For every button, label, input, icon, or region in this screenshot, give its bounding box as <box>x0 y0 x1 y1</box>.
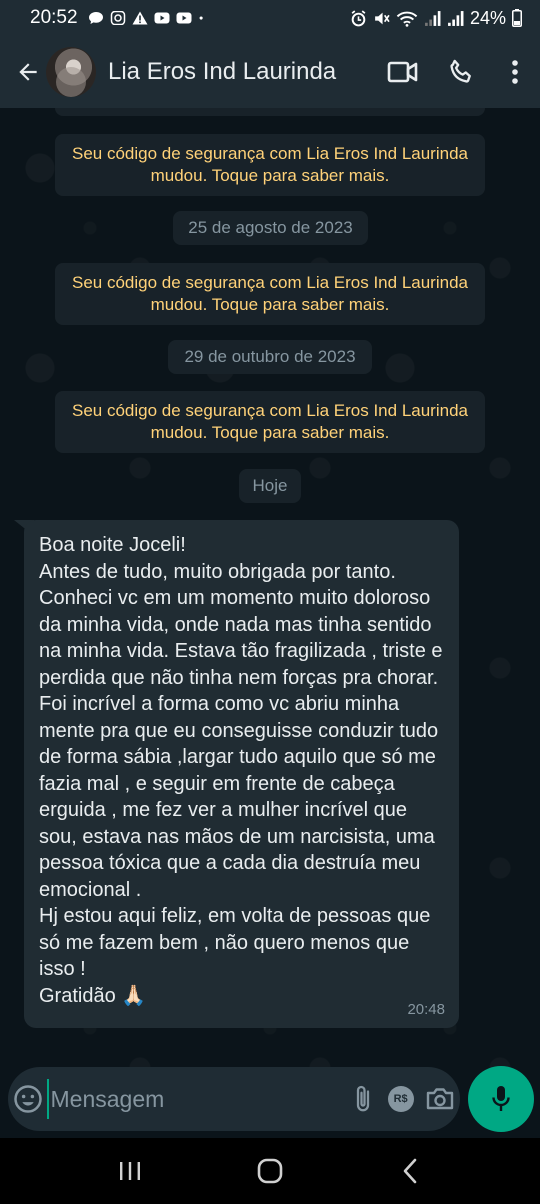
emoji-button[interactable] <box>10 1071 47 1127</box>
composer-pill: R$ <box>8 1067 460 1131</box>
chat-header: Lia Eros Ind Laurinda <box>0 36 540 108</box>
battery-percent: 24% <box>469 7 506 28</box>
status-bar: 20:52 24% <box>0 0 540 36</box>
home-button[interactable] <box>240 1146 300 1196</box>
back-arrow-icon <box>19 63 37 81</box>
youtube-icon <box>176 12 192 24</box>
date-separator: 29 de outubro de 2023 <box>168 340 372 374</box>
mute-icon <box>375 12 390 24</box>
message-text: Boa noite Joceli! Antes de tudo, muito o… <box>39 534 443 1007</box>
back-button[interactable] <box>6 50 50 94</box>
emoji-icon <box>14 1085 42 1113</box>
contact-avatar[interactable] <box>46 47 96 97</box>
security-code-notice[interactable]: Seu código de segurança com Lia Eros Ind… <box>55 134 485 196</box>
battery-icon <box>512 9 522 27</box>
wifi-icon <box>396 11 418 27</box>
incoming-message[interactable]: Boa noite Joceli! Antes de tudo, muito o… <box>24 520 459 1028</box>
more-vertical-icon <box>512 60 518 84</box>
date-separator: Hoje <box>239 469 301 503</box>
microphone-icon <box>492 1086 510 1111</box>
home-icon <box>257 1158 283 1184</box>
video-camera-icon <box>387 61 418 83</box>
composer: R$ <box>0 1060 540 1138</box>
recent-apps-icon <box>120 1162 140 1180</box>
video-call-button[interactable] <box>374 44 432 100</box>
back-nav-button[interactable] <box>380 1146 440 1196</box>
system-icons: 24% <box>350 8 522 29</box>
message-input[interactable] <box>46 1079 347 1119</box>
youtube-icon <box>154 12 170 24</box>
signal-icon <box>425 10 441 26</box>
camera-icon <box>427 1088 454 1110</box>
recent-apps-button[interactable] <box>100 1146 160 1196</box>
dot-icon <box>199 16 203 20</box>
payment-icon: R$ <box>387 1086 414 1112</box>
more-options-button[interactable] <box>490 44 540 100</box>
status-time: 20:52 <box>30 7 78 28</box>
system-navigation-bar <box>0 1138 540 1204</box>
instagram-icon <box>110 11 125 25</box>
date-separator: 25 de agosto de 2023 <box>173 211 368 245</box>
warning-icon <box>132 11 148 25</box>
contact-name[interactable]: Lia Eros Ind Laurinda <box>108 58 336 86</box>
security-code-notice[interactable]: Seu código de segurança com Lia Eros Ind… <box>55 391 485 453</box>
chat-area[interactable]: Seu código de segurança com Lia Eros Ind… <box>0 108 540 1138</box>
payment-button[interactable]: R$ <box>380 1071 420 1127</box>
signal-icon <box>448 10 464 26</box>
camera-button[interactable] <box>421 1071 460 1127</box>
system-message-partial <box>55 108 485 116</box>
notification-icons <box>88 11 208 25</box>
chevron-left-icon <box>403 1158 417 1184</box>
voice-call-button[interactable] <box>432 44 490 100</box>
alarm-icon <box>351 9 366 26</box>
paperclip-icon <box>357 1085 370 1112</box>
attach-button[interactable] <box>347 1071 381 1127</box>
security-code-notice[interactable]: Seu código de segurança com Lia Eros Ind… <box>55 263 485 325</box>
chat-bubble-icon <box>88 12 103 24</box>
phone-icon <box>450 59 471 83</box>
voice-message-button[interactable] <box>468 1066 534 1132</box>
